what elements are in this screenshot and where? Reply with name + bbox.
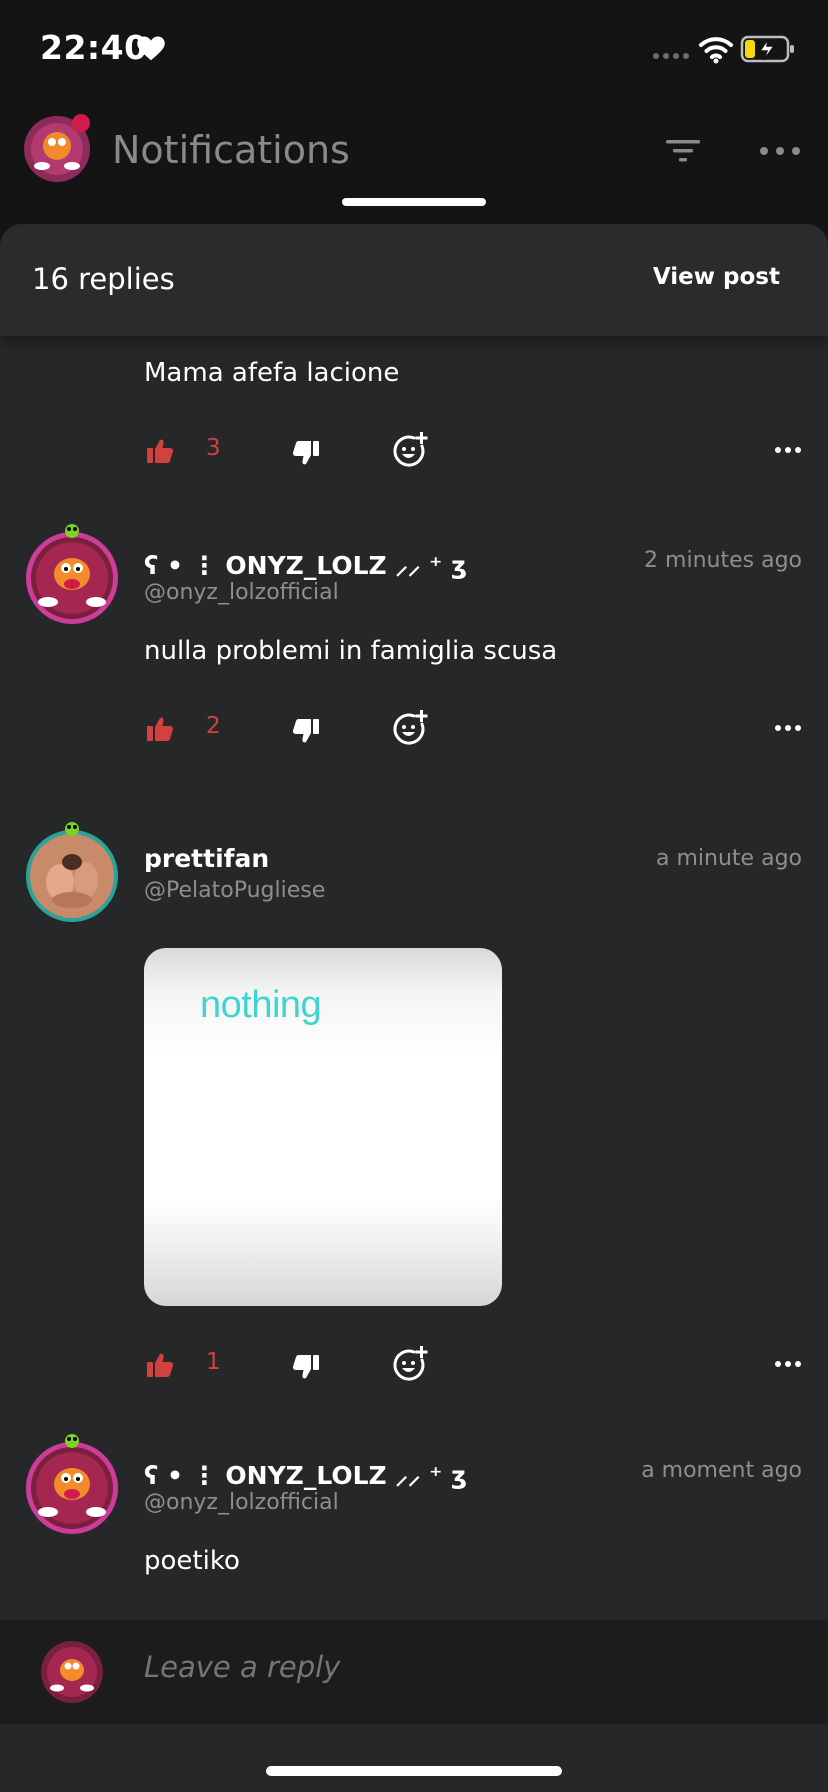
bottom-safe-area	[0, 1724, 828, 1792]
home-indicator[interactable]	[266, 1766, 562, 1776]
more-icon[interactable]	[774, 446, 802, 454]
filter-icon[interactable]	[664, 136, 704, 166]
sheet-header: 16 replies View post	[0, 224, 828, 336]
add-reaction-icon[interactable]	[392, 432, 428, 468]
status-time: 22:40	[40, 28, 148, 67]
like-count: 2	[206, 713, 221, 739]
comment-actions: 1	[0, 1346, 828, 1386]
comment-timestamp: 2 minutes ago	[644, 548, 802, 573]
comment-handle[interactable]: @onyz_lolzofficial	[144, 580, 339, 605]
current-user-avatar	[41, 1641, 103, 1703]
add-reaction-icon[interactable]	[392, 710, 428, 746]
thumbs-up-icon[interactable]	[146, 1352, 174, 1378]
attached-image[interactable]: nothing	[144, 948, 502, 1306]
add-reaction-icon[interactable]	[392, 1346, 428, 1382]
comment-username[interactable]: ʕ • ⋮ ONYZ_LOLZ ⸝⸝ ⁺ ʒ	[144, 548, 467, 582]
comment-actions: 3	[0, 432, 828, 472]
page-title: Notifications	[112, 128, 350, 172]
sheet-drag-handle[interactable]	[342, 198, 486, 206]
thumbs-down-icon[interactable]	[292, 718, 320, 744]
comment-timestamp: a moment ago	[641, 1458, 802, 1483]
thumbs-up-icon[interactable]	[146, 438, 174, 464]
comment-actions: 2	[0, 710, 828, 750]
thumbs-down-icon[interactable]	[292, 440, 320, 466]
like-count: 1	[206, 1349, 221, 1375]
comment-text: Mama afefa lacione	[144, 358, 400, 388]
more-icon[interactable]	[774, 1360, 802, 1368]
status-bar: 22:40	[0, 0, 828, 100]
comment-handle[interactable]: @onyz_lolzofficial	[144, 1490, 339, 1515]
comment-username[interactable]: ʕ • ⋮ ONYZ_LOLZ ⸝⸝ ⁺ ʒ	[144, 1458, 467, 1492]
comment-username[interactable]: prettifan	[144, 844, 269, 873]
comment-text: poetiko	[144, 1546, 240, 1576]
wifi-icon	[699, 37, 733, 64]
attached-image-caption: nothing	[200, 984, 322, 1026]
battery-charging-icon	[740, 35, 794, 63]
like-count: 3	[206, 435, 221, 461]
more-icon[interactable]	[774, 724, 802, 732]
user-avatar[interactable]	[22, 524, 122, 624]
comment-handle[interactable]: @PelatoPugliese	[144, 878, 325, 903]
notifications-screen: 22:40 Notifications 16 replies View post…	[0, 0, 828, 1792]
heart-icon	[137, 36, 165, 61]
view-post-button[interactable]: View post	[653, 264, 780, 290]
reply-bar	[0, 1620, 828, 1724]
replies-count: 16 replies	[32, 262, 175, 296]
comment-text: nulla problemi in famiglia scusa	[144, 636, 558, 666]
thumbs-up-icon[interactable]	[146, 716, 174, 742]
thumbs-down-icon[interactable]	[292, 1354, 320, 1380]
replies-sheet: 16 replies View post Mama afefa lacione …	[0, 224, 828, 1792]
more-icon[interactable]	[758, 144, 802, 158]
notification-badge	[72, 114, 90, 132]
signal-icon	[653, 53, 689, 59]
user-avatar[interactable]	[22, 1434, 122, 1534]
comment-timestamp: a minute ago	[656, 846, 802, 871]
user-avatar[interactable]	[22, 822, 122, 922]
reply-input[interactable]	[144, 1650, 764, 1684]
